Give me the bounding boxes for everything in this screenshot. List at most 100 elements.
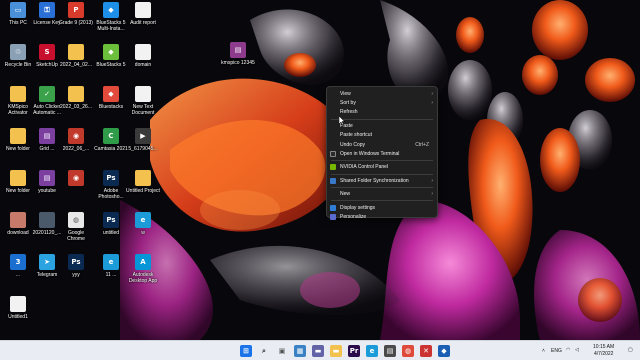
menu-item-view[interactable]: View › [327, 89, 437, 98]
desktop-icon[interactable]: ▤ kmspico 12345 [221, 42, 255, 82]
edge-icon: e [103, 254, 119, 270]
desktop-icon-label: Grade 9 (2013) [59, 20, 93, 26]
desktop-icon[interactable]: Ps yyy [60, 254, 92, 294]
terminal-icon [330, 151, 336, 158]
menu-item-undo-copy-label: Undo Copy [340, 141, 366, 148]
desktop-icon[interactable]: A Autodesk Desktop App [127, 254, 159, 294]
desktop-icon[interactable]: C Camtasia 2021 [94, 128, 128, 168]
desktop-icon[interactable]: P Grade 9 (2013) [59, 2, 93, 42]
desktop-icon-label: BlueStacks 5 [96, 62, 126, 68]
menu-item-sort-by[interactable]: Sort by › [327, 98, 437, 107]
sync-icon [330, 177, 336, 184]
autodesk-icon: A [135, 254, 151, 270]
desktop-icon[interactable]: Untitled Project [126, 170, 160, 210]
windows-start-icon[interactable]: ⊞ [240, 345, 252, 357]
clock-date[interactable]: 4/7/2022 [594, 351, 613, 357]
menu-item-new[interactable]: New › [327, 190, 437, 199]
desktop-icon[interactable]: ew [127, 212, 159, 252]
desktop-icon[interactable]: New Text Document [127, 86, 159, 126]
bluestacks-icon: ◆ [103, 2, 119, 18]
desktop-icon-label: New Text Document [131, 104, 155, 116]
premiere-icon[interactable]: Pr [348, 345, 360, 357]
desktop-icon[interactable]: domain [127, 44, 159, 84]
menu-item-shared-folder[interactable]: Shared Folder Synchronization › [327, 176, 437, 185]
app-icon: ◉ [68, 170, 84, 186]
desktop-icon[interactable]: ◆ Bluestacks [95, 86, 127, 126]
menu-item-shared-folder-label: Shared Folder Synchronization [340, 177, 409, 184]
menu-item-nvidia-label: NVIDIA Control Panel [340, 164, 389, 171]
tray-chevron-icon[interactable]: ˄ [542, 348, 545, 354]
chrome-icon[interactable]: ◍ [402, 345, 414, 357]
language-indicator[interactable]: ENG [551, 348, 562, 354]
menu-item-nvidia[interactable]: NVIDIA Control Panel [327, 163, 437, 172]
photo-icon [39, 212, 55, 228]
desktop-icon-label: Camtasia 2021 [94, 146, 128, 152]
photoshop-icon: Ps [103, 170, 119, 186]
desktop-icon[interactable]: Untitled1 [2, 296, 34, 336]
desktop-icon[interactable]: ◍ Google Chrome [60, 212, 92, 252]
desktop-icon-label: 2022_03_26... [60, 104, 92, 110]
telegram-icon: ➤ [39, 254, 55, 270]
search-icon[interactable]: ⌕ [258, 345, 270, 357]
folder-icon [10, 170, 26, 186]
menu-item-personalize[interactable]: Personalize [327, 212, 437, 221]
desktop-icon[interactable]: ◉ 2022_06_... [60, 128, 92, 168]
desktop-icon[interactable]: Ps Adobe Photosho... [95, 170, 127, 210]
app-icon: 3 [10, 254, 26, 270]
desktop-icon-label: Autodesk Desktop App [128, 272, 158, 284]
desktop-icon[interactable]: Audit report [127, 2, 159, 42]
desktop-icon[interactable]: ◉ [60, 170, 92, 210]
edge-icon[interactable]: e [366, 345, 378, 357]
menu-item-paste-shortcut[interactable]: Paste shortcut [327, 131, 437, 140]
document-icon [135, 44, 151, 60]
desktop-icon[interactable]: ▤ youtube [31, 170, 63, 210]
desktop-icon-label: 11 ... [105, 272, 117, 278]
desktop-icon-label: domain [134, 62, 152, 68]
volume-icon[interactable]: ◁ [575, 347, 579, 353]
archive-icon: ▤ [39, 128, 55, 144]
desktop-icon-label: Adobe Photosho... [98, 188, 124, 200]
file-explorer-icon[interactable]: ▬ [330, 345, 342, 357]
desktop-icon[interactable]: ◆ BlueStacks 5 Multi-Insta... [95, 2, 127, 42]
folder-icon [68, 44, 84, 60]
nvidia-icon [330, 164, 336, 171]
menu-item-undo-copy[interactable]: Undo Copy Ctrl+Z [327, 140, 437, 149]
menu-item-open-terminal[interactable]: Open in Windows Terminal [327, 149, 437, 158]
folder-icon [68, 86, 84, 102]
bluestacks-icon: ◆ [103, 44, 119, 60]
desktop-icon[interactable]: Ps untitled [95, 212, 127, 252]
bluestacks-icon: ◆ [103, 86, 119, 102]
taskbar: ⊞ ⌕ ▣ ▦ ▬ ▬ Pr e ▤ ◍ ✕ ◆ ˄ ENG ◠ ◁ 10:15 AM 4/7/202… [0, 340, 640, 360]
photo-icon [10, 212, 26, 228]
desktop-icon-label: BlueStacks 5 Multi-Insta... [96, 20, 126, 32]
desktop-icon[interactable]: ◆ BlueStacks 5 [95, 44, 127, 84]
teams-chat-icon[interactable]: ▬ [312, 345, 324, 357]
clock-time[interactable]: 10:15 AM [593, 344, 614, 350]
personalize-icon [330, 213, 336, 220]
desktop-icon[interactable]: ▶ 5_6179045... [127, 128, 159, 168]
desktop-icon-label: 2022_06_... [62, 146, 90, 152]
mouse-cursor-icon [339, 116, 345, 125]
winrar-icon: ▤ [230, 42, 246, 58]
task-view-icon[interactable]: ▣ [276, 345, 288, 357]
desktop-icon-label: Untitled Project [126, 188, 160, 194]
security-icon[interactable]: ◆ [438, 345, 450, 357]
app-icon: ◉ [68, 128, 84, 144]
menu-separator [331, 200, 433, 202]
document-icon [135, 86, 151, 102]
notification-icon[interactable]: ▢ [628, 347, 633, 353]
desktop-icon-label: Audit report [130, 20, 156, 26]
menu-item-display-settings[interactable]: Display settings [327, 203, 437, 212]
desktop-icon-label: 2022_04_02... [60, 62, 92, 68]
monitor-icon: ▭ [10, 2, 26, 18]
wifi-icon[interactable]: ◠ [566, 347, 570, 353]
store-icon[interactable]: ▤ [384, 345, 396, 357]
folder-icon [135, 170, 151, 186]
chevron-right-icon: › [431, 177, 433, 184]
app-icon[interactable]: ✕ [420, 345, 432, 357]
desktop-icon[interactable]: 2022_04_02... [60, 44, 92, 84]
desktop-icon[interactable]: 2022_03_26... [60, 86, 92, 126]
widgets-icon[interactable]: ▦ [294, 345, 306, 357]
undo-copy-shortcut: Ctrl+Z [415, 141, 429, 148]
desktop-icon[interactable]: e 11 ... [95, 254, 127, 294]
